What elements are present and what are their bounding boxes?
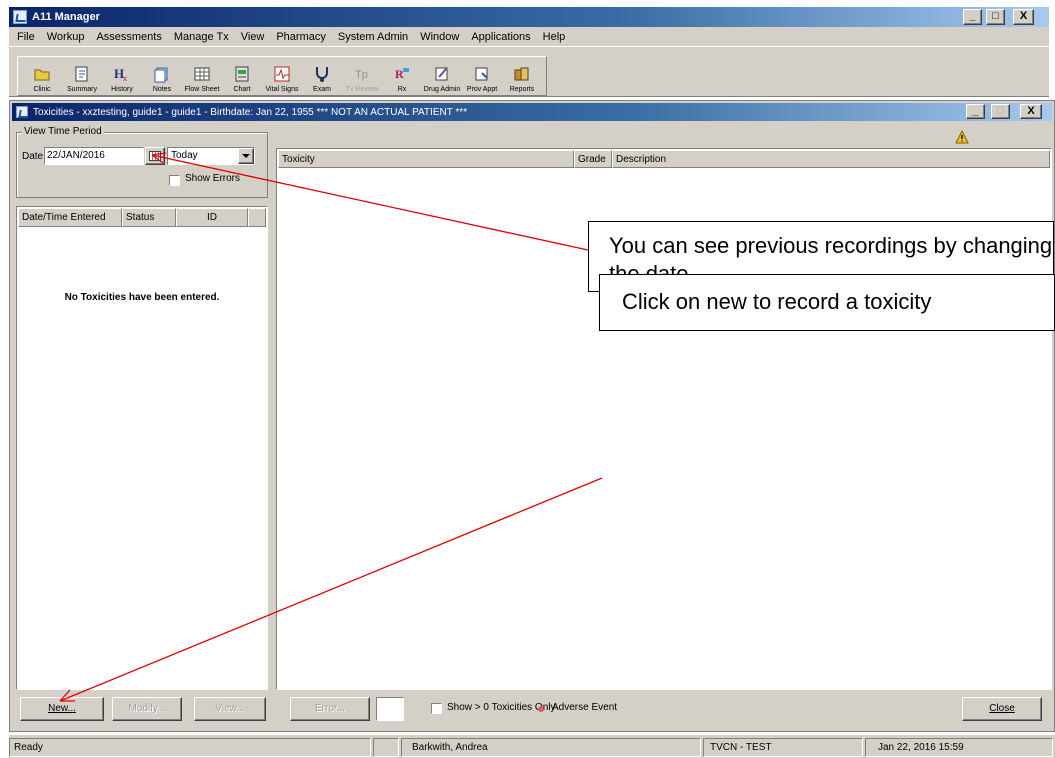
- vital-signs-icon: [273, 65, 291, 83]
- svg-text:Tp: Tp: [355, 69, 368, 81]
- menu-workup[interactable]: Workup: [41, 31, 91, 43]
- column-header-description[interactable]: Description: [612, 150, 1050, 168]
- time-period-group-label: View Time Period: [22, 126, 104, 137]
- calendar-icon: [149, 151, 161, 161]
- rx-icon: R: [393, 65, 411, 83]
- menu-system-admin[interactable]: System Admin: [332, 31, 414, 43]
- toolbar-reports-button[interactable]: Reports: [502, 59, 542, 93]
- app-title: A11 Manager: [32, 11, 100, 23]
- toolbar-prov-appt-button[interactable]: Prov Appt: [462, 59, 502, 93]
- app-titlebar: A11 Manager: [9, 7, 1049, 27]
- callout-new-note-text: Click on new to record a toxicity: [622, 289, 932, 314]
- child-titlebar: Toxicities - xxztesting, guide1 - guide1…: [12, 103, 1052, 121]
- toolbar-exam-button[interactable]: Exam: [302, 59, 342, 93]
- toolbar-flowsheet-button[interactable]: Flow Sheet: [182, 59, 222, 93]
- error-button-label: Error...: [314, 703, 345, 714]
- range-select-value: Today: [171, 150, 198, 161]
- status-environment: TVCN - TEST: [703, 738, 863, 757]
- menu-applications[interactable]: Applications: [465, 31, 536, 43]
- drug-admin-icon: [433, 65, 451, 83]
- column-header-id[interactable]: ID: [176, 208, 248, 227]
- chevron-down-icon: [242, 154, 250, 158]
- app-maximize-button[interactable]: □: [986, 9, 1005, 25]
- modify-button[interactable]: Modify...: [112, 697, 182, 721]
- column-header-toxicity[interactable]: Toxicity: [278, 150, 574, 168]
- child-window-title: Toxicities - xxztesting, guide1 - guide1…: [33, 106, 468, 118]
- app-icon: [13, 10, 27, 24]
- modify-button-label: Modify...: [128, 703, 166, 714]
- column-header-date-time[interactable]: Date/Time Entered: [18, 208, 122, 227]
- time-period-group: [16, 132, 268, 198]
- adverse-event-label: Adverse Event: [552, 702, 618, 713]
- close-button[interactable]: Close: [962, 697, 1042, 721]
- menu-window[interactable]: Window: [414, 31, 465, 43]
- toolbar: Clinic Summary Hx History Notes Flow She…: [9, 47, 1049, 97]
- status-user: Barkwith, Andrea: [401, 738, 701, 757]
- svg-text:x: x: [123, 74, 127, 83]
- callout-new-note: Click on new to record a toxicity: [599, 274, 1055, 331]
- warning-icon[interactable]: [955, 129, 969, 144]
- child-maximize-button[interactable]: □: [991, 104, 1010, 119]
- child-minimize-button[interactable]: _: [966, 104, 985, 119]
- chart-icon: [233, 65, 251, 83]
- reports-icon: [513, 65, 531, 83]
- new-button-label: New...: [48, 703, 76, 714]
- column-header-status[interactable]: Status: [122, 208, 176, 227]
- history-icon: Hx: [113, 65, 131, 83]
- toolbar-drug-admin-button[interactable]: Drug Admin: [422, 59, 462, 93]
- calendar-button[interactable]: [145, 147, 165, 165]
- toolbar-vital-signs-button[interactable]: Vital Signs: [262, 59, 302, 93]
- show-errors-label: Show Errors: [185, 173, 241, 184]
- toolbar-summary-button[interactable]: Summary: [62, 59, 102, 93]
- svg-text:R: R: [395, 67, 404, 81]
- toolbar-rx-button[interactable]: R Rx: [382, 59, 422, 93]
- menu-help[interactable]: Help: [537, 31, 572, 43]
- notes-icon: [153, 65, 171, 83]
- date-label: Date: [22, 151, 44, 162]
- toolbar-chart-button[interactable]: Chart: [222, 59, 262, 93]
- folder-icon: [33, 65, 51, 83]
- menu-view[interactable]: View: [235, 31, 271, 43]
- entries-list[interactable]: [16, 206, 268, 690]
- menu-bar: File Workup Assessments Manage Tx View P…: [9, 27, 1049, 46]
- view-button[interactable]: View...: [194, 697, 266, 721]
- app-minimize-button[interactable]: _: [963, 9, 982, 25]
- column-header-grade[interactable]: Grade: [574, 150, 612, 168]
- toolbar-notes-button[interactable]: Notes: [142, 59, 182, 93]
- tx-review-icon: Tp: [353, 65, 371, 83]
- exam-icon: [313, 65, 331, 83]
- child-close-button[interactable]: X: [1020, 104, 1042, 119]
- column-header-filler: [248, 208, 266, 227]
- child-window-icon: [16, 106, 28, 118]
- new-button[interactable]: New...: [20, 697, 104, 721]
- empty-list-message: No Toxicities have been entered.: [64, 292, 220, 303]
- toolbar-strip: Clinic Summary Hx History Notes Flow She…: [17, 56, 547, 96]
- app-close-button[interactable]: X: [1013, 9, 1034, 25]
- summary-icon: [73, 65, 91, 83]
- status-ready: Ready: [9, 738, 371, 757]
- date-field[interactable]: 22/JAN/2016: [44, 147, 144, 165]
- menu-assessments[interactable]: Assessments: [90, 31, 167, 43]
- adverse-event-dot-icon: [538, 706, 544, 712]
- error-button[interactable]: Error...: [290, 697, 370, 721]
- range-dropdown-button[interactable]: [238, 148, 254, 164]
- toolbar-tx-review-button: Tp Tx Review: [342, 59, 382, 93]
- menu-file[interactable]: File: [11, 31, 41, 43]
- flowsheet-icon: [193, 65, 211, 83]
- close-button-label: Close: [989, 703, 1015, 714]
- view-button-label: View...: [215, 703, 245, 714]
- toolbar-clinic-button[interactable]: Clinic: [22, 59, 62, 93]
- date-field-value: 22/JAN/2016: [47, 150, 105, 161]
- status-datetime: Jan 22, 2016 15:59: [865, 738, 1053, 757]
- show-nonzero-checkbox[interactable]: [431, 703, 442, 714]
- menu-pharmacy[interactable]: Pharmacy: [270, 31, 332, 43]
- menu-manage-tx[interactable]: Manage Tx: [168, 31, 235, 43]
- toolbar-history-button[interactable]: Hx History: [102, 59, 142, 93]
- show-errors-checkbox[interactable]: [169, 175, 180, 186]
- status-swatch: [376, 697, 404, 721]
- status-datetime-text: Jan 22, 2016 15:59: [878, 742, 964, 753]
- prov-appt-icon: [473, 65, 491, 83]
- status-blank: [373, 738, 399, 757]
